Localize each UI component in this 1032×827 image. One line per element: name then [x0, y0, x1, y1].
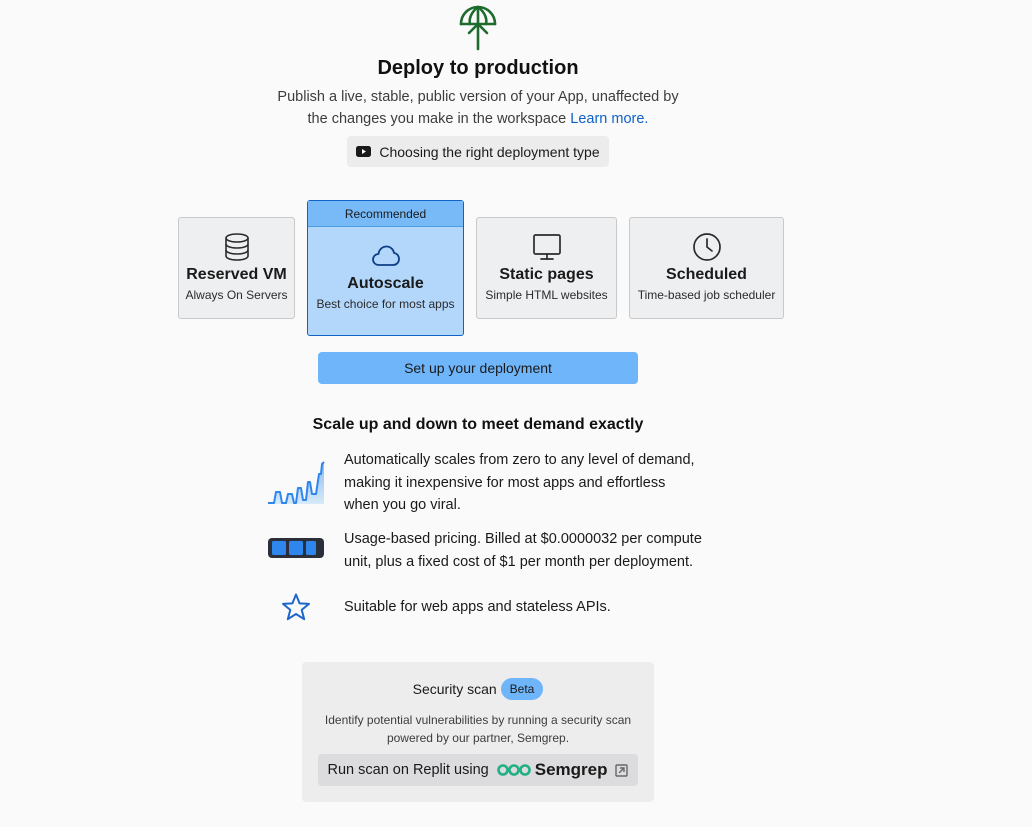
card-name: Reserved VM [186, 266, 287, 283]
semgrep-name: Semgrep [534, 760, 608, 779]
scaling-graph-icon [268, 461, 325, 504]
page-subtitle: Publish a live, stable, public version o… [268, 86, 688, 130]
database-icon [224, 233, 249, 261]
deployment-card-autoscale[interactable]: Recommended Autoscale Best choice for mo… [307, 200, 464, 336]
battery-icon [268, 538, 324, 558]
card-description: Simple HTML websites [485, 288, 608, 302]
deployment-type-video-button[interactable]: Choosing the right deployment type [347, 136, 609, 167]
feature-line: Automatically scales from zero to any le… [344, 452, 695, 468]
feature-line: making it inexpensive for most apps and … [344, 474, 666, 491]
security-scan-description: Identify potential vulnerabilities by ru… [312, 711, 644, 747]
feature-line: when you go viral. [344, 497, 461, 513]
card-name: Scheduled [666, 266, 747, 283]
semgrep-logo: Semgrep [496, 760, 608, 780]
feature-line: Usage-based pricing. Billed at $0.000003… [344, 531, 702, 547]
recommended-badge: Recommended [308, 201, 463, 227]
deploy-globe-arrow-icon [459, 5, 497, 51]
setup-deployment-button[interactable]: Set up your deployment [318, 352, 638, 384]
scan-button-label: Run scan on Replit using [327, 762, 489, 778]
page-title: Deploy to production [377, 57, 579, 79]
beta-badge: Beta [500, 678, 544, 700]
deployment-card-static-pages[interactable]: Static pages Simple HTML websites [476, 217, 617, 319]
feature-line: unit, plus a fixed cost of $1 per month … [344, 553, 694, 570]
deployment-card-reserved-vm[interactable]: Reserved VM Always On Servers [178, 217, 295, 319]
card-name: Autoscale [347, 275, 424, 292]
desc-line: Identify potential vulnerabilities by ru… [324, 713, 632, 727]
feature-pricing-text: Usage-based pricing. Billed at $0.000003… [344, 528, 704, 573]
desc-line: powered by our partner, Semgrep. [386, 731, 570, 745]
external-link-icon [615, 763, 629, 777]
semgrep-icon [496, 764, 531, 776]
youtube-icon [356, 146, 372, 157]
subtitle-line-2: the changes you make in the workspace [307, 111, 567, 127]
deployment-card-scheduled[interactable]: Scheduled Time-based job scheduler [629, 217, 784, 319]
monitor-icon [532, 234, 561, 260]
card-description: Always On Servers [185, 288, 288, 302]
security-scan-title: Security scan [412, 681, 497, 697]
run-semgrep-scan-button[interactable]: Run scan on Replit using Semgrep [318, 754, 638, 786]
feature-web-apps-text: Suitable for web apps and stateless APIs… [344, 599, 611, 615]
security-scan-panel: Security scan Beta Identify potential vu… [302, 662, 654, 802]
card-description: Time-based job scheduler [637, 288, 776, 302]
star-icon [282, 593, 310, 621]
clock-icon [692, 233, 721, 261]
card-name: Static pages [499, 266, 594, 283]
cloud-icon [371, 245, 400, 266]
video-button-label: Choosing the right deployment type [379, 143, 600, 160]
security-scan-header: Security scan Beta [302, 678, 654, 700]
details-title: Scale up and down to meet demand exactly [312, 416, 644, 433]
subtitle-line-1: Publish a live, stable, public version o… [277, 89, 679, 105]
card-description: Best choice for most apps [316, 297, 455, 311]
learn-more-link[interactable]: Learn more. [570, 111, 648, 127]
feature-autoscale-text: Automatically scales from zero to any le… [344, 449, 704, 517]
